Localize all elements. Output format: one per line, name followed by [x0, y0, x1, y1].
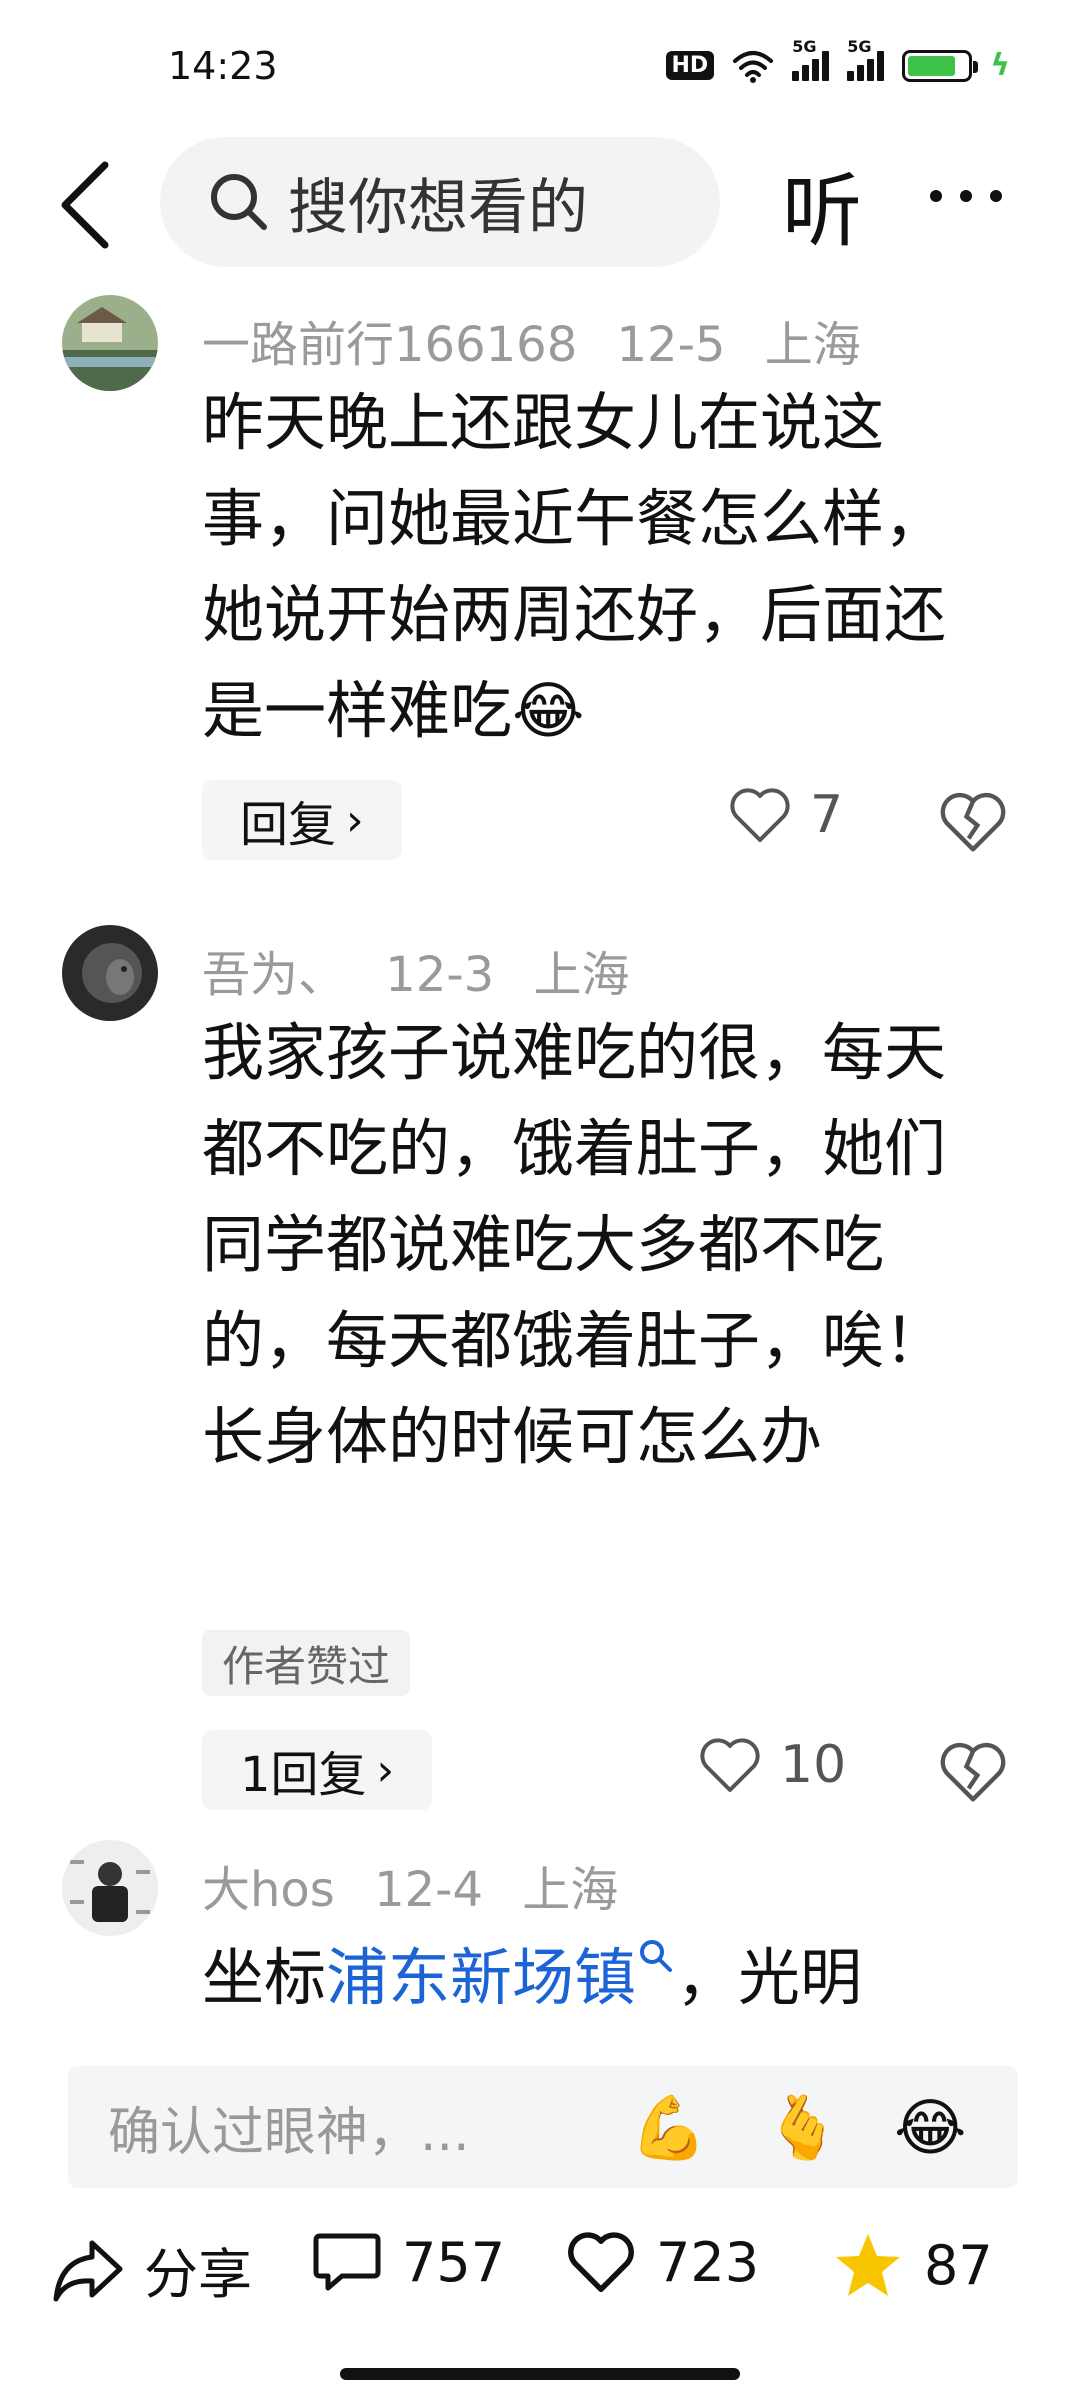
search-link-icon[interactable] — [636, 1936, 676, 1976]
comment-date: 12-4 — [374, 1862, 484, 1918]
like-count: 10 — [780, 1735, 847, 1795]
comment-input-placeholder: 确认过眼神，... — [108, 2102, 470, 2163]
home-indicator[interactable] — [340, 2368, 740, 2380]
heart-icon — [568, 2232, 634, 2293]
comment-meta: 大hos 12-4 上海 — [202, 1850, 642, 1920]
back-icon[interactable] — [55, 160, 115, 250]
comment-text: 坐标浦东新场镇 ，光明 — [202, 1930, 982, 2026]
reply-label: 回复 — [240, 797, 337, 853]
top-nav: 搜你想看的 听 — [0, 135, 1080, 275]
comment-text-prefix: 坐标 — [202, 1941, 327, 2014]
comment-meta: 吾为、 12-3 上海 — [202, 935, 654, 1005]
star-icon — [836, 2234, 900, 2296]
chevron-right-icon: › — [346, 794, 364, 846]
status-time: 14:23 — [168, 44, 278, 88]
reply-button[interactable]: 回复 › — [202, 780, 402, 860]
like-button[interactable]: 10 — [698, 1735, 846, 1795]
signal-5g-icon-2: 5G — [847, 37, 885, 81]
share-icon — [53, 2240, 123, 2301]
comment-text: 我家孩子说难吃的很，每天都不吃的，饿着肚子，她们同学都说难吃大多都不吃的，每天都… — [202, 1016, 947, 1473]
chevron-right-icon: › — [376, 1744, 395, 1796]
battery-icon — [902, 49, 979, 82]
flexed-biceps-emoji-button[interactable]: 💪 — [630, 2088, 707, 2168]
comments-button[interactable]: 757 — [312, 2230, 505, 2294]
comments-count: 757 — [402, 2230, 506, 2294]
like-post-button[interactable]: 723 — [566, 2230, 759, 2294]
heart-icon — [700, 1738, 760, 1792]
broken-heart-icon[interactable] — [938, 787, 1008, 857]
charging-icon: ϟ — [990, 48, 1010, 83]
avatar[interactable] — [62, 295, 158, 391]
comment-username[interactable]: 一路前行166168 — [202, 317, 577, 373]
author-liked-badge: 作者赞过 — [202, 1630, 411, 1696]
favorites-count: 87 — [924, 2233, 993, 2297]
comment-icon — [313, 2233, 381, 2291]
comment-item: 大hos 12-4 上海 坐标浦东新场镇 ，光明 — [0, 1840, 1080, 2040]
search-input[interactable]: 搜你想看的 — [160, 137, 720, 267]
comment-text: 昨天晚上还跟女儿在说这事，问她最近午餐怎么样，她说开始两周还好，后面还是一样难吃… — [202, 386, 947, 747]
comment-location: 上海 — [533, 947, 630, 1003]
heart-hands-emoji-button[interactable]: 🫰 — [764, 2088, 841, 2168]
like-count: 7 — [810, 785, 844, 845]
more-options-icon[interactable] — [930, 190, 1002, 202]
comment-date: 12-3 — [385, 947, 495, 1003]
reply-button[interactable]: 1回复 › — [202, 1730, 433, 1810]
comment-date: 12-5 — [616, 317, 726, 373]
status-icons: HD 5G 5G ϟ — [665, 37, 1010, 83]
likes-count: 723 — [656, 2230, 760, 2294]
search-placeholder: 搜你想看的 — [288, 172, 588, 243]
hd-voice-icon: HD — [665, 51, 715, 80]
comment-location: 上海 — [764, 317, 861, 373]
comment-location: 上海 — [522, 1862, 619, 1918]
like-button[interactable]: 7 — [728, 785, 843, 845]
comment-meta: 一路前行166168 12-5 上海 — [202, 305, 885, 375]
bottom-action-bar: 分享 757 723 87 — [0, 2210, 1080, 2330]
comment-username[interactable]: 吾为、 — [202, 947, 346, 1003]
status-bar: 14:23 HD 5G 5G ϟ — [0, 0, 1080, 140]
reply-label: 1回复 — [240, 1747, 367, 1803]
comment-text-suffix: ，光明 — [676, 1941, 863, 2014]
signal-5g-icon: 5G — [792, 37, 830, 81]
favorite-button[interactable]: 87 — [832, 2230, 993, 2300]
comment-username[interactable]: 大hos — [202, 1862, 335, 1918]
broken-heart-icon[interactable] — [938, 1737, 1008, 1807]
listen-button[interactable]: 听 — [782, 147, 862, 263]
wifi-icon — [733, 50, 774, 83]
search-icon — [211, 174, 267, 230]
laughing-emoji-button[interactable]: 😂 — [894, 2088, 966, 2168]
avatar[interactable] — [62, 1840, 158, 1936]
avatar[interactable] — [62, 925, 158, 1021]
heart-icon — [730, 788, 790, 842]
share-label: 分享 — [144, 2243, 252, 2306]
comment-input[interactable]: 确认过眼神，... — [68, 2066, 1018, 2188]
share-button[interactable]: 分享 — [52, 2230, 252, 2309]
location-link[interactable]: 浦东新场镇 — [326, 1941, 636, 2014]
